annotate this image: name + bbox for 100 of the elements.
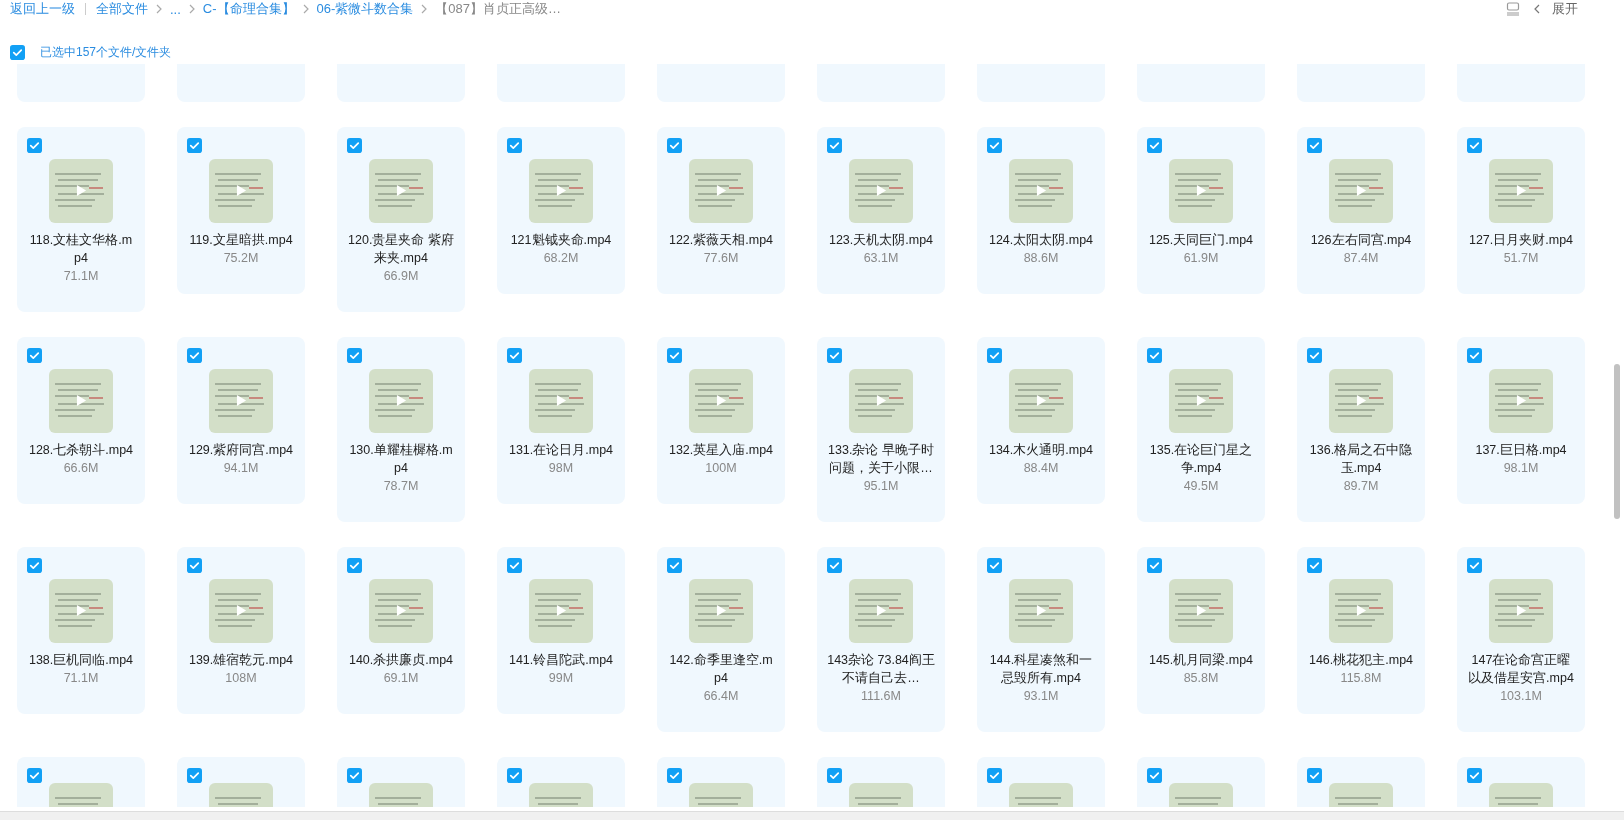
play-icon[interactable] bbox=[1356, 184, 1367, 197]
file-card[interactable] bbox=[177, 757, 305, 807]
checkbox[interactable] bbox=[1147, 558, 1162, 573]
play-icon[interactable] bbox=[76, 184, 87, 197]
play-icon[interactable] bbox=[876, 394, 887, 407]
file-card[interactable]: 123.天机太阴.mp4 63.1M bbox=[817, 127, 945, 294]
file-card[interactable]: 145.机月同梁.mp4 85.8M bbox=[1137, 547, 1265, 714]
checkbox[interactable] bbox=[27, 348, 42, 363]
checkbox[interactable] bbox=[1467, 768, 1482, 783]
play-icon[interactable] bbox=[556, 394, 567, 407]
play-icon[interactable] bbox=[1036, 604, 1047, 617]
checkbox[interactable] bbox=[667, 558, 682, 573]
file-card[interactable]: 125.天同巨门.mp4 61.9M bbox=[1137, 127, 1265, 294]
play-icon[interactable] bbox=[1036, 394, 1047, 407]
file-card[interactable]: 127.日月夹财.mp4 51.7M bbox=[1457, 127, 1585, 294]
play-icon[interactable] bbox=[76, 394, 87, 407]
checkbox[interactable] bbox=[187, 558, 202, 573]
file-card[interactable]: 132.英星入庙.mp4 100M bbox=[657, 337, 785, 504]
play-icon[interactable] bbox=[1516, 394, 1527, 407]
checkbox[interactable] bbox=[1467, 348, 1482, 363]
play-icon[interactable] bbox=[716, 604, 727, 617]
file-card[interactable] bbox=[817, 757, 945, 807]
checkbox[interactable] bbox=[187, 348, 202, 363]
play-icon[interactable] bbox=[1356, 604, 1367, 617]
checkbox[interactable] bbox=[1147, 138, 1162, 153]
checkbox[interactable] bbox=[827, 768, 842, 783]
file-card[interactable]: 130.单耀桂樨格.mp4 78.7M bbox=[337, 337, 465, 522]
checkbox[interactable] bbox=[187, 138, 202, 153]
file-card[interactable]: 140.杀拱廉贞.mp4 69.1M bbox=[337, 547, 465, 714]
breadcrumb-link[interactable]: 06-紫微斗数合集 bbox=[316, 0, 414, 18]
file-card[interactable]: 138.巨机同临.mp4 71.1M bbox=[17, 547, 145, 714]
checkbox[interactable] bbox=[667, 348, 682, 363]
scrollbar-thumb[interactable] bbox=[1614, 364, 1620, 519]
checkbox[interactable] bbox=[347, 348, 362, 363]
file-card[interactable]: 141.铃昌陀武.mp4 99M bbox=[497, 547, 625, 714]
file-card[interactable]: 142.命季里逢空.mp4 66.4M bbox=[657, 547, 785, 732]
checkbox[interactable] bbox=[1467, 558, 1482, 573]
file-card[interactable] bbox=[1457, 757, 1585, 807]
checkbox[interactable] bbox=[987, 348, 1002, 363]
checkbox[interactable] bbox=[1307, 558, 1322, 573]
play-icon[interactable] bbox=[876, 604, 887, 617]
file-card[interactable]: 136.格局之石中隐玉.mp4 89.7M bbox=[1297, 337, 1425, 522]
checkbox[interactable] bbox=[1147, 768, 1162, 783]
play-icon[interactable] bbox=[1196, 184, 1207, 197]
play-icon[interactable] bbox=[396, 604, 407, 617]
checkbox[interactable] bbox=[667, 138, 682, 153]
file-card[interactable]: 124.太阳太阴.mp4 88.6M bbox=[977, 127, 1105, 294]
file-card[interactable]: 120.贵星夹命 紫府来夹.mp4 66.9M bbox=[337, 127, 465, 312]
file-card[interactable]: 137.巨日格.mp4 98.1M bbox=[1457, 337, 1585, 504]
play-icon[interactable] bbox=[396, 394, 407, 407]
file-card[interactable]: 118.文桂文华格.mp4 71.1M bbox=[17, 127, 145, 312]
checkbox[interactable] bbox=[987, 558, 1002, 573]
checkbox[interactable] bbox=[667, 768, 682, 783]
back-link[interactable]: 返回上一级 bbox=[10, 0, 75, 18]
file-card[interactable]: 147在论命宫正曜以及借星安宫.mp4 103.1M bbox=[1457, 547, 1585, 732]
play-icon[interactable] bbox=[76, 604, 87, 617]
view-icon[interactable] bbox=[1506, 2, 1520, 16]
file-card[interactable] bbox=[1297, 757, 1425, 807]
file-card[interactable]: 139.雄宿乾元.mp4 108M bbox=[177, 547, 305, 714]
play-icon[interactable] bbox=[236, 394, 247, 407]
play-icon[interactable] bbox=[1196, 394, 1207, 407]
play-icon[interactable] bbox=[716, 184, 727, 197]
play-icon[interactable] bbox=[876, 184, 887, 197]
file-card[interactable]: 119.文星暗拱.mp4 75.2M bbox=[177, 127, 305, 294]
checkbox[interactable] bbox=[10, 44, 25, 60]
file-card[interactable]: 122.紫薇天相.mp4 77.6M bbox=[657, 127, 785, 294]
breadcrumb-link[interactable]: ... bbox=[170, 1, 181, 17]
file-card[interactable]: 135.在论巨门星之争.mp4 49.5M bbox=[1137, 337, 1265, 522]
checkbox[interactable] bbox=[187, 768, 202, 783]
play-icon[interactable] bbox=[1196, 604, 1207, 617]
play-icon[interactable] bbox=[1356, 394, 1367, 407]
breadcrumb-link[interactable]: C-【命理合集】 bbox=[202, 0, 295, 18]
file-card[interactable] bbox=[657, 757, 785, 807]
play-icon[interactable] bbox=[1516, 184, 1527, 197]
checkbox[interactable] bbox=[507, 768, 522, 783]
play-icon[interactable] bbox=[1516, 604, 1527, 617]
play-icon[interactable] bbox=[556, 604, 567, 617]
file-card[interactable] bbox=[17, 757, 145, 807]
checkbox[interactable] bbox=[827, 348, 842, 363]
checkbox[interactable] bbox=[507, 558, 522, 573]
checkbox[interactable] bbox=[1307, 768, 1322, 783]
file-card[interactable]: 129.紫府同宫.mp4 94.1M bbox=[177, 337, 305, 504]
checkbox[interactable] bbox=[1307, 138, 1322, 153]
checkbox[interactable] bbox=[507, 348, 522, 363]
play-icon[interactable] bbox=[396, 184, 407, 197]
file-card[interactable]: 131.在论日月.mp4 98M bbox=[497, 337, 625, 504]
checkbox[interactable] bbox=[347, 768, 362, 783]
file-card[interactable] bbox=[497, 757, 625, 807]
checkbox[interactable] bbox=[27, 558, 42, 573]
file-card[interactable]: 143杂论 73.84阎王不请自己去… 111.6M bbox=[817, 547, 945, 732]
file-card[interactable]: 133.杂论 早晚子时问题，关于小限… 95.1M bbox=[817, 337, 945, 522]
checkbox[interactable] bbox=[1307, 348, 1322, 363]
checkbox[interactable] bbox=[827, 138, 842, 153]
expand-button[interactable]: 展开 bbox=[1534, 0, 1578, 18]
play-icon[interactable] bbox=[236, 604, 247, 617]
checkbox[interactable] bbox=[987, 138, 1002, 153]
play-icon[interactable] bbox=[1036, 184, 1047, 197]
checkbox[interactable] bbox=[827, 558, 842, 573]
checkbox[interactable] bbox=[347, 558, 362, 573]
checkbox[interactable] bbox=[27, 138, 42, 153]
